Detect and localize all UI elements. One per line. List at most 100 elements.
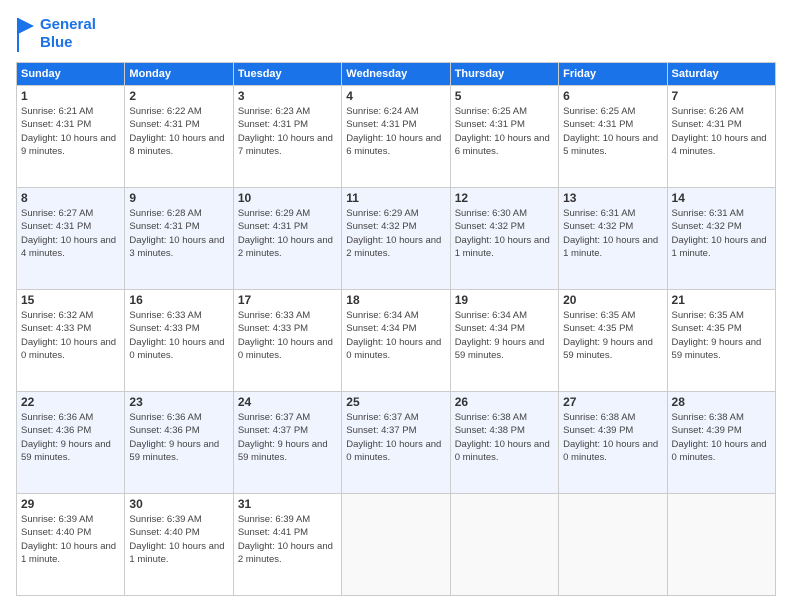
day-number: 17	[238, 293, 337, 307]
day-number: 29	[21, 497, 120, 511]
day-number: 22	[21, 395, 120, 409]
day-info: Sunrise: 6:23 AM Sunset: 4:31 PM Dayligh…	[238, 105, 337, 158]
day-number: 1	[21, 89, 120, 103]
day-info: Sunrise: 6:25 AM Sunset: 4:31 PM Dayligh…	[563, 105, 662, 158]
day-of-week-header: Sunday	[17, 63, 125, 86]
calendar-cell: 27 Sunrise: 6:38 AM Sunset: 4:39 PM Dayl…	[559, 392, 667, 494]
sunset-label: Sunset: 4:37 PM	[346, 425, 416, 436]
sunrise-label: Sunrise: 6:29 AM	[238, 208, 310, 219]
sunset-label: Sunset: 4:33 PM	[129, 323, 199, 334]
calendar-cell: 22 Sunrise: 6:36 AM Sunset: 4:36 PM Dayl…	[17, 392, 125, 494]
day-info: Sunrise: 6:26 AM Sunset: 4:31 PM Dayligh…	[672, 105, 771, 158]
sunrise-label: Sunrise: 6:27 AM	[21, 208, 93, 219]
day-number: 7	[672, 89, 771, 103]
day-number: 24	[238, 395, 337, 409]
day-info: Sunrise: 6:38 AM Sunset: 4:39 PM Dayligh…	[563, 411, 662, 464]
sunset-label: Sunset: 4:32 PM	[672, 221, 742, 232]
day-number: 28	[672, 395, 771, 409]
calendar-cell	[342, 494, 450, 596]
calendar-cell: 18 Sunrise: 6:34 AM Sunset: 4:34 PM Dayl…	[342, 290, 450, 392]
day-number: 4	[346, 89, 445, 103]
day-number: 13	[563, 191, 662, 205]
day-info: Sunrise: 6:36 AM Sunset: 4:36 PM Dayligh…	[129, 411, 228, 464]
day-of-week-header: Saturday	[667, 63, 775, 86]
day-info: Sunrise: 6:29 AM Sunset: 4:32 PM Dayligh…	[346, 207, 445, 260]
calendar-cell: 10 Sunrise: 6:29 AM Sunset: 4:31 PM Dayl…	[233, 188, 341, 290]
day-info: Sunrise: 6:30 AM Sunset: 4:32 PM Dayligh…	[455, 207, 554, 260]
calendar-cell: 4 Sunrise: 6:24 AM Sunset: 4:31 PM Dayli…	[342, 86, 450, 188]
day-info: Sunrise: 6:31 AM Sunset: 4:32 PM Dayligh…	[563, 207, 662, 260]
sunset-label: Sunset: 4:31 PM	[455, 119, 525, 130]
day-info: Sunrise: 6:35 AM Sunset: 4:35 PM Dayligh…	[672, 309, 771, 362]
day-info: Sunrise: 6:32 AM Sunset: 4:33 PM Dayligh…	[21, 309, 120, 362]
sunset-label: Sunset: 4:35 PM	[563, 323, 633, 334]
calendar-cell: 7 Sunrise: 6:26 AM Sunset: 4:31 PM Dayli…	[667, 86, 775, 188]
day-info: Sunrise: 6:31 AM Sunset: 4:32 PM Dayligh…	[672, 207, 771, 260]
day-info: Sunrise: 6:33 AM Sunset: 4:33 PM Dayligh…	[129, 309, 228, 362]
daylight-label: Daylight: 10 hours and 1 minute.	[21, 541, 116, 565]
day-number: 10	[238, 191, 337, 205]
calendar-cell: 16 Sunrise: 6:33 AM Sunset: 4:33 PM Dayl…	[125, 290, 233, 392]
daylight-label: Daylight: 9 hours and 59 minutes.	[455, 337, 545, 361]
sunrise-label: Sunrise: 6:37 AM	[238, 412, 310, 423]
day-number: 11	[346, 191, 445, 205]
sunrise-label: Sunrise: 6:26 AM	[672, 106, 744, 117]
day-number: 12	[455, 191, 554, 205]
day-number: 6	[563, 89, 662, 103]
daylight-label: Daylight: 10 hours and 0 minutes.	[346, 439, 441, 463]
day-number: 31	[238, 497, 337, 511]
calendar-cell: 26 Sunrise: 6:38 AM Sunset: 4:38 PM Dayl…	[450, 392, 558, 494]
sunrise-label: Sunrise: 6:34 AM	[346, 310, 418, 321]
sunrise-label: Sunrise: 6:29 AM	[346, 208, 418, 219]
sunset-label: Sunset: 4:31 PM	[672, 119, 742, 130]
daylight-label: Daylight: 10 hours and 1 minute.	[672, 235, 767, 259]
day-number: 25	[346, 395, 445, 409]
sunset-label: Sunset: 4:37 PM	[238, 425, 308, 436]
calendar-cell: 19 Sunrise: 6:34 AM Sunset: 4:34 PM Dayl…	[450, 290, 558, 392]
day-info: Sunrise: 6:24 AM Sunset: 4:31 PM Dayligh…	[346, 105, 445, 158]
sunrise-label: Sunrise: 6:34 AM	[455, 310, 527, 321]
sunset-label: Sunset: 4:39 PM	[563, 425, 633, 436]
day-number: 15	[21, 293, 120, 307]
day-number: 5	[455, 89, 554, 103]
daylight-label: Daylight: 10 hours and 2 minutes.	[238, 235, 333, 259]
calendar-body: 1 Sunrise: 6:21 AM Sunset: 4:31 PM Dayli…	[17, 86, 776, 596]
day-of-week-header: Friday	[559, 63, 667, 86]
sunset-label: Sunset: 4:33 PM	[238, 323, 308, 334]
sunset-label: Sunset: 4:40 PM	[129, 527, 199, 538]
daylight-label: Daylight: 10 hours and 0 minutes.	[346, 337, 441, 361]
day-number: 9	[129, 191, 228, 205]
logo: General Blue	[16, 16, 96, 52]
sunset-label: Sunset: 4:40 PM	[21, 527, 91, 538]
calendar-week-row: 15 Sunrise: 6:32 AM Sunset: 4:33 PM Dayl…	[17, 290, 776, 392]
day-number: 3	[238, 89, 337, 103]
daylight-label: Daylight: 10 hours and 2 minutes.	[238, 541, 333, 565]
calendar-cell: 25 Sunrise: 6:37 AM Sunset: 4:37 PM Dayl…	[342, 392, 450, 494]
logo-blue: Blue	[40, 34, 96, 52]
sunrise-label: Sunrise: 6:35 AM	[563, 310, 635, 321]
day-of-week-header: Wednesday	[342, 63, 450, 86]
day-info: Sunrise: 6:39 AM Sunset: 4:40 PM Dayligh…	[129, 513, 228, 566]
daylight-label: Daylight: 10 hours and 3 minutes.	[129, 235, 224, 259]
calendar-cell: 24 Sunrise: 6:37 AM Sunset: 4:37 PM Dayl…	[233, 392, 341, 494]
calendar-cell: 13 Sunrise: 6:31 AM Sunset: 4:32 PM Dayl…	[559, 188, 667, 290]
sunset-label: Sunset: 4:38 PM	[455, 425, 525, 436]
sunset-label: Sunset: 4:31 PM	[346, 119, 416, 130]
sunset-label: Sunset: 4:32 PM	[563, 221, 633, 232]
calendar-cell: 28 Sunrise: 6:38 AM Sunset: 4:39 PM Dayl…	[667, 392, 775, 494]
daylight-label: Daylight: 9 hours and 59 minutes.	[238, 439, 328, 463]
day-info: Sunrise: 6:38 AM Sunset: 4:38 PM Dayligh…	[455, 411, 554, 464]
day-info: Sunrise: 6:34 AM Sunset: 4:34 PM Dayligh…	[455, 309, 554, 362]
daylight-label: Daylight: 10 hours and 0 minutes.	[238, 337, 333, 361]
sunrise-label: Sunrise: 6:36 AM	[21, 412, 93, 423]
calendar-cell	[450, 494, 558, 596]
daylight-label: Daylight: 10 hours and 0 minutes.	[455, 439, 550, 463]
day-info: Sunrise: 6:37 AM Sunset: 4:37 PM Dayligh…	[238, 411, 337, 464]
sunset-label: Sunset: 4:31 PM	[563, 119, 633, 130]
day-number: 20	[563, 293, 662, 307]
calendar-cell: 21 Sunrise: 6:35 AM Sunset: 4:35 PM Dayl…	[667, 290, 775, 392]
day-number: 18	[346, 293, 445, 307]
calendar-cell: 6 Sunrise: 6:25 AM Sunset: 4:31 PM Dayli…	[559, 86, 667, 188]
sunrise-label: Sunrise: 6:28 AM	[129, 208, 201, 219]
sunset-label: Sunset: 4:35 PM	[672, 323, 742, 334]
